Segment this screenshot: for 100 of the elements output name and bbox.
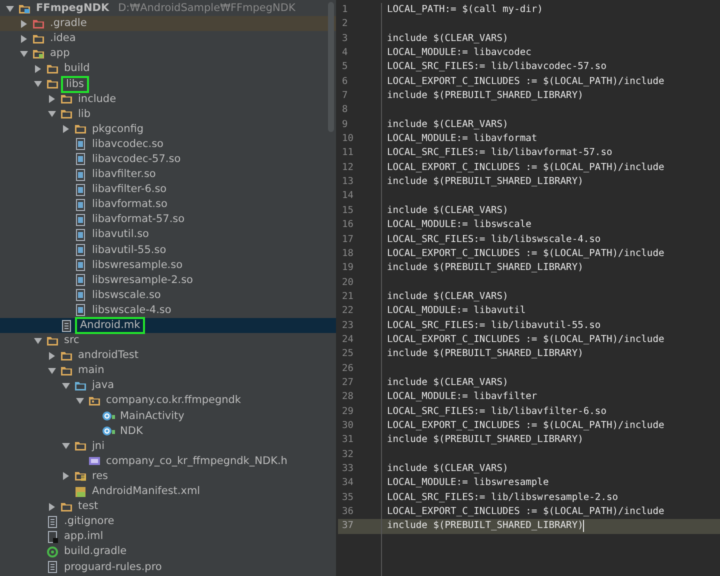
tree-item-label: FFmpegNDK xyxy=(35,1,110,16)
expand-arrow-icon[interactable] xyxy=(48,352,56,360)
collapse-arrow-icon[interactable] xyxy=(62,382,70,390)
unknown-file-icon xyxy=(74,198,87,211)
header-file-icon xyxy=(88,455,101,468)
expand-arrow-icon[interactable] xyxy=(62,125,70,134)
collapse-arrow-icon[interactable] xyxy=(20,50,28,58)
code-line: include $(PREBUILT_SHARED_LIBRARY) xyxy=(387,348,584,360)
code-line: LOCAL_EXPORT_C_INCLUDES := $(LOCAL_PATH)/include xyxy=(387,420,664,431)
tree-item-label: .gitignore xyxy=(63,514,116,530)
tree-row[interactable]: include xyxy=(0,92,336,107)
expand-arrow-icon[interactable] xyxy=(34,64,42,73)
tree-row[interactable]: pkgconfig xyxy=(0,122,336,137)
tree-row[interactable]: libavcodec.so xyxy=(0,136,336,152)
tree-item-label: libavcodec.so xyxy=(91,136,164,152)
tree-item-label: proguard-rules.pro xyxy=(63,560,163,575)
code-line: LOCAL_SRC_FILES:= lib/libswscale-4.so xyxy=(387,234,601,244)
tree-row[interactable]: src xyxy=(0,333,336,348)
tree-item-label: include xyxy=(77,92,118,107)
code-line: LOCAL_SRC_FILES:= lib/libavcodec-57.so xyxy=(387,61,606,72)
tree-row[interactable]: build xyxy=(0,61,336,76)
expand-arrow-icon[interactable] xyxy=(20,20,28,28)
tree-row[interactable]: androidTest xyxy=(0,348,336,364)
expand-arrow-icon[interactable] xyxy=(20,34,28,43)
tree-item-label: src xyxy=(63,333,80,348)
collapse-arrow-icon[interactable] xyxy=(62,442,70,450)
code-line: include $(CLEAR_VARS) xyxy=(387,463,508,474)
line-number: 16 xyxy=(341,218,354,232)
code-line: include $(CLEAR_VARS) xyxy=(387,290,508,302)
tree-row[interactable]: libswresample.so xyxy=(0,258,336,273)
tree-row[interactable]: main xyxy=(0,363,336,378)
folder-icon xyxy=(60,364,73,377)
line-number: 25 xyxy=(341,347,354,362)
tree-row[interactable]: libswscale-4.so xyxy=(0,302,336,318)
line-number: 24 xyxy=(341,332,354,347)
tree-row[interactable]: libavfilter-6.so xyxy=(0,182,336,198)
code-line: LOCAL_EXPORT_C_INCLUDES := $(LOCAL_PATH)/include xyxy=(387,248,664,259)
tree-row[interactable]: AndroidManifest.xml xyxy=(0,484,336,500)
tree-row[interactable]: app.iml xyxy=(0,529,336,544)
tree-row[interactable]: libavutil-55.so xyxy=(0,242,336,258)
tree-row[interactable]: FFmpegNDK D:₩AndroidSample₩FFmpegNDK xyxy=(0,1,336,16)
folder-icon xyxy=(46,78,59,90)
tree-row[interactable]: .gradle xyxy=(0,16,336,32)
tree-row[interactable]: NDK xyxy=(0,424,336,439)
line-number: 10 xyxy=(341,132,354,146)
tree-row[interactable]: jni xyxy=(0,438,336,454)
tree-item-label: company.co.kr.ffmpegndk xyxy=(105,393,242,408)
tree-row[interactable]: libswresample-2.so xyxy=(0,272,336,288)
scrollbar[interactable] xyxy=(328,2,334,132)
line-number: 17 xyxy=(341,232,354,246)
line-number: 14 xyxy=(341,189,354,204)
line-number: 33 xyxy=(341,462,354,476)
tree-item-label: test xyxy=(77,499,100,514)
tree-row[interactable]: company.co.kr.ffmpegndk xyxy=(0,393,336,409)
tree-row[interactable]: test xyxy=(0,499,336,514)
unknown-file-icon xyxy=(74,304,87,316)
tree-row[interactable]: libs xyxy=(0,76,336,92)
code-line: include $(CLEAR_VARS) xyxy=(387,376,508,388)
code-line: LOCAL_MODULE:= libavformat xyxy=(387,133,538,144)
tree-item-label: libswresample.so xyxy=(91,258,184,273)
tree-item-label: libavfilter-6.so xyxy=(91,182,168,198)
collapse-arrow-icon[interactable] xyxy=(6,4,14,13)
expand-arrow-icon[interactable] xyxy=(62,472,70,480)
line-number: 36 xyxy=(341,505,354,520)
tree-row[interactable]: libavcodec-57.so xyxy=(0,152,336,168)
tree-row[interactable]: libavfilter.so xyxy=(0,167,336,182)
expand-arrow-icon[interactable] xyxy=(48,502,56,511)
tree-item-label: app.iml xyxy=(63,529,104,544)
collapse-arrow-icon[interactable] xyxy=(34,336,42,345)
tree-row[interactable]: res xyxy=(0,468,336,484)
collapse-arrow-icon[interactable] xyxy=(48,110,56,118)
tree-row[interactable]: build.gradle xyxy=(0,544,336,560)
code-line: LOCAL_SRC_FILES:= lib/libavfilter-6.so xyxy=(387,406,606,417)
code-line: include $(CLEAR_VARS) xyxy=(387,32,508,44)
unknown-file-icon xyxy=(74,214,87,226)
tree-row[interactable]: java xyxy=(0,378,336,394)
project-folder-icon xyxy=(18,2,31,15)
tree-item-label: MainActivity xyxy=(119,408,186,424)
folder-icon xyxy=(74,380,87,392)
tree-row[interactable]: MainActivity xyxy=(0,408,336,424)
line-number: 11 xyxy=(341,146,354,160)
code-line: LOCAL_EXPORT_C_INCLUDES := $(LOCAL_PATH)/include xyxy=(387,506,664,518)
tree-row[interactable]: .idea xyxy=(0,31,336,46)
tree-row[interactable]: company_co_kr_ffmpegndk_NDK.h xyxy=(0,454,336,469)
tree-item-label: pkgconfig xyxy=(91,122,145,137)
unknown-file-icon xyxy=(74,138,87,150)
tree-row[interactable]: app xyxy=(0,46,336,62)
collapse-arrow-icon[interactable] xyxy=(48,366,56,375)
tree-row[interactable]: libavformat.so xyxy=(0,197,336,212)
collapse-arrow-icon[interactable] xyxy=(34,80,42,88)
tree-row[interactable]: Android.mk xyxy=(0,318,336,334)
expand-arrow-icon[interactable] xyxy=(48,95,56,104)
tree-row[interactable]: libswscale.so xyxy=(0,288,336,303)
collapse-arrow-icon[interactable] xyxy=(76,396,84,405)
tree-row[interactable]: proguard-rules.pro xyxy=(0,559,336,575)
tree-row[interactable]: libavutil.so xyxy=(0,227,336,242)
line-number: 12 xyxy=(341,160,354,175)
tree-row[interactable]: libavformat-57.so xyxy=(0,212,336,228)
tree-row[interactable]: lib xyxy=(0,106,336,122)
tree-row[interactable]: .gitignore xyxy=(0,514,336,530)
